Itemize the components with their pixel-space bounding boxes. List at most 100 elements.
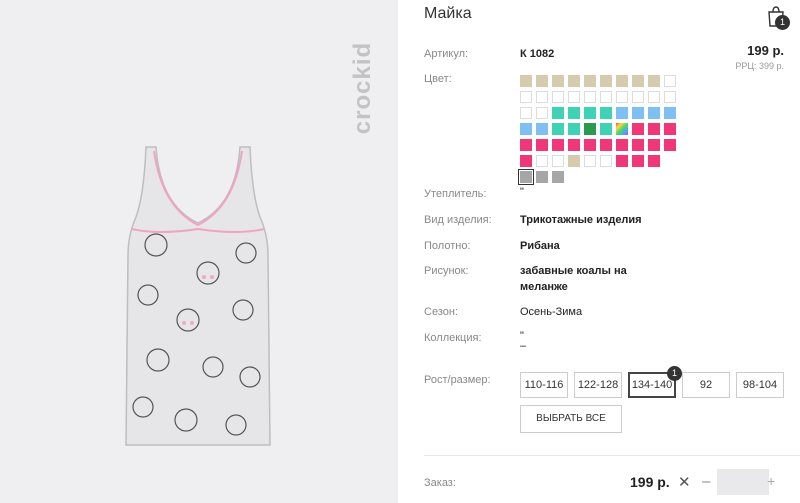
color-swatch-turquoise[interactable]	[600, 123, 612, 135]
color-swatch-white[interactable]	[632, 91, 644, 103]
color-swatch-beige[interactable]	[600, 75, 612, 87]
collection-label: Коллекция:	[424, 332, 482, 344]
color-swatch-white[interactable]	[584, 155, 596, 167]
product-price: 199 р.	[747, 43, 784, 58]
print-label: Рисунок:	[424, 265, 469, 277]
color-swatch-white[interactable]	[536, 91, 548, 103]
product-photo-tank-top[interactable]	[118, 145, 278, 450]
color-label: Цвет:	[424, 73, 452, 85]
collection-value-line2: –	[520, 340, 527, 352]
color-swatch-pink[interactable]	[584, 139, 596, 151]
color-swatch-beige[interactable]	[648, 75, 660, 87]
color-swatch-white[interactable]	[584, 91, 596, 103]
brand-logo-text: crockid	[349, 41, 376, 135]
color-swatch-pink[interactable]	[616, 155, 628, 167]
fabric-label: Полотно:	[424, 240, 471, 252]
color-swatch-sky[interactable]	[520, 123, 532, 135]
print-value-line2: меланже	[520, 281, 568, 293]
color-swatch-gray[interactable]	[536, 171, 548, 183]
order-divider	[424, 455, 800, 456]
color-swatch-pink[interactable]	[648, 123, 660, 135]
color-swatch-beige[interactable]	[568, 75, 580, 87]
product-type-value: Трикотажные изделия	[520, 214, 642, 226]
remove-order-icon[interactable]: ✕	[678, 473, 691, 491]
color-swatch-white[interactable]	[536, 155, 548, 167]
color-swatch-pink[interactable]	[600, 139, 612, 151]
color-swatch-white[interactable]	[552, 91, 564, 103]
color-swatch-white[interactable]	[520, 91, 532, 103]
color-swatch-pink[interactable]	[520, 155, 532, 167]
decrease-quantity-button[interactable]: –	[702, 473, 710, 490]
color-swatch-sky[interactable]	[632, 107, 644, 119]
color-swatch-beige[interactable]	[536, 75, 548, 87]
color-swatch-pink[interactable]	[648, 155, 660, 167]
color-swatch-rainbow[interactable]	[616, 123, 628, 135]
color-swatch-turquoise[interactable]	[600, 107, 612, 119]
color-swatch-white[interactable]	[600, 91, 612, 103]
insulation-value: "	[520, 186, 524, 198]
color-swatch-sky[interactable]	[536, 123, 548, 135]
size-label: Рост/размер:	[424, 374, 491, 386]
color-swatch-pink[interactable]	[632, 139, 644, 151]
color-swatch-gray[interactable]	[518, 169, 534, 185]
color-swatch-sky[interactable]	[648, 107, 660, 119]
article-label: Артикул:	[424, 48, 469, 60]
color-swatch-white[interactable]	[648, 91, 660, 103]
color-swatch-white[interactable]	[616, 91, 628, 103]
color-swatch-sky[interactable]	[616, 107, 628, 119]
color-swatch-turquoise[interactable]	[552, 107, 564, 119]
color-swatch-pink[interactable]	[536, 139, 548, 151]
color-swatch-pink[interactable]	[632, 155, 644, 167]
color-swatch-pink[interactable]	[568, 139, 580, 151]
color-swatch-white[interactable]	[568, 91, 580, 103]
color-swatch-pink[interactable]	[648, 139, 660, 151]
size-selected-count-badge: 1	[667, 366, 682, 381]
color-swatch-white[interactable]	[520, 107, 532, 119]
color-swatch-beige[interactable]	[632, 75, 644, 87]
color-swatch-pink[interactable]	[664, 123, 676, 135]
color-swatch-white[interactable]	[552, 155, 564, 167]
product-type-label: Вид изделия:	[424, 214, 492, 226]
order-price: 199 р.	[630, 474, 670, 490]
size-option-92[interactable]: 92	[682, 372, 730, 398]
color-swatch-beige[interactable]	[520, 75, 532, 87]
color-swatch-white[interactable]	[664, 91, 676, 103]
color-swatch-beige[interactable]	[584, 75, 596, 87]
size-option-122-128[interactable]: 122-128	[574, 372, 622, 398]
color-swatch-gray[interactable]	[552, 171, 564, 183]
order-label: Заказ:	[424, 477, 456, 489]
color-swatch-sky[interactable]	[664, 107, 676, 119]
size-option-110-116[interactable]: 110-116	[520, 372, 568, 398]
product-title: Майка	[424, 5, 472, 22]
quantity-input[interactable]	[717, 469, 769, 495]
season-label: Сезон:	[424, 306, 458, 318]
color-swatch-pink[interactable]	[664, 139, 676, 151]
color-swatch-white[interactable]	[600, 155, 612, 167]
color-swatch-turquoise[interactable]	[584, 107, 596, 119]
color-swatch-white[interactable]	[536, 107, 548, 119]
color-swatch-pink[interactable]	[520, 139, 532, 151]
color-swatch-turquoise[interactable]	[552, 123, 564, 135]
article-value: К 1082	[520, 48, 555, 60]
fabric-value: Рибана	[520, 240, 560, 252]
color-swatch-pink[interactable]	[552, 139, 564, 151]
color-swatch-pink[interactable]	[616, 139, 628, 151]
color-swatch-pink[interactable]	[632, 123, 644, 135]
color-swatch-beige[interactable]	[568, 155, 580, 167]
color-swatch-green[interactable]	[584, 123, 596, 135]
increase-quantity-button[interactable]: +	[767, 473, 775, 489]
product-image-panel[interactable]: crockid	[0, 0, 398, 503]
color-swatch-white[interactable]	[664, 75, 676, 87]
size-option-98-104[interactable]: 98-104	[736, 372, 784, 398]
print-value-line1: забавные коалы на	[520, 265, 627, 277]
color-swatch-turquoise[interactable]	[568, 123, 580, 135]
select-all-sizes-button[interactable]: ВЫБРАТЬ ВСЕ	[520, 405, 622, 433]
color-swatch-turquoise[interactable]	[568, 107, 580, 119]
cart-button[interactable]: 1	[764, 4, 790, 30]
insulation-label: Утеплитель:	[424, 188, 487, 200]
cart-count-badge: 1	[775, 15, 790, 30]
brand-logo: crockid	[349, 18, 376, 158]
rrp-price: РРЦ: 399 р.	[735, 61, 784, 71]
color-swatch-beige[interactable]	[552, 75, 564, 87]
color-swatch-beige[interactable]	[616, 75, 628, 87]
